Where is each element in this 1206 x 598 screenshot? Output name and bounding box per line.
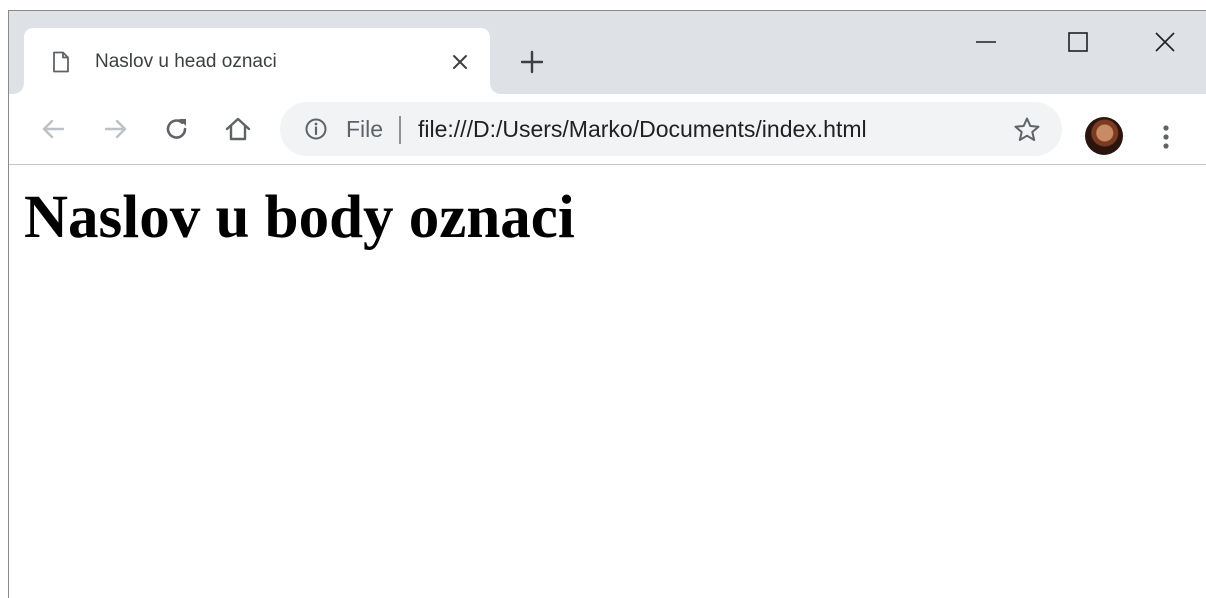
new-tab-plus-icon[interactable] — [517, 47, 547, 77]
home-icon[interactable] — [221, 112, 255, 146]
title-bar: Naslov u head oznaci — [9, 11, 1206, 94]
tab-title: Naslov u head oznaci — [95, 51, 277, 72]
url-text[interactable]: file:///D:/Users/Marko/Documents/index.h… — [418, 116, 867, 142]
page-heading: Naslov u body oznaci — [24, 184, 575, 251]
arrow-right-icon[interactable] — [99, 112, 133, 146]
tab-active[interactable]: Naslov u head oznaci — [14, 28, 500, 94]
kebab-menu-icon[interactable] — [1151, 120, 1181, 154]
tab-close-icon[interactable] — [448, 50, 472, 74]
window-close-icon[interactable] — [1148, 25, 1182, 59]
star-icon[interactable] — [1012, 115, 1042, 145]
scheme-label: File — [346, 116, 384, 142]
page-icon — [53, 51, 69, 73]
reload-icon[interactable] — [160, 112, 194, 146]
page-content: Naslov u body oznaci — [9, 165, 1206, 598]
scheme-separator — [399, 116, 401, 144]
minimize-icon[interactable] — [969, 25, 1003, 59]
maximize-icon[interactable] — [1061, 25, 1095, 59]
browser-toolbar: File file:///D:/Users/Marko/Documents/in… — [9, 94, 1206, 165]
info-icon[interactable] — [302, 115, 330, 143]
address-bar[interactable]: File file:///D:/Users/Marko/Documents/in… — [280, 102, 1062, 156]
arrow-left-icon[interactable] — [36, 112, 70, 146]
browser-window: Naslov u head oznaci File file:///D:/Use… — [8, 10, 1206, 598]
avatar[interactable] — [1085, 117, 1123, 155]
